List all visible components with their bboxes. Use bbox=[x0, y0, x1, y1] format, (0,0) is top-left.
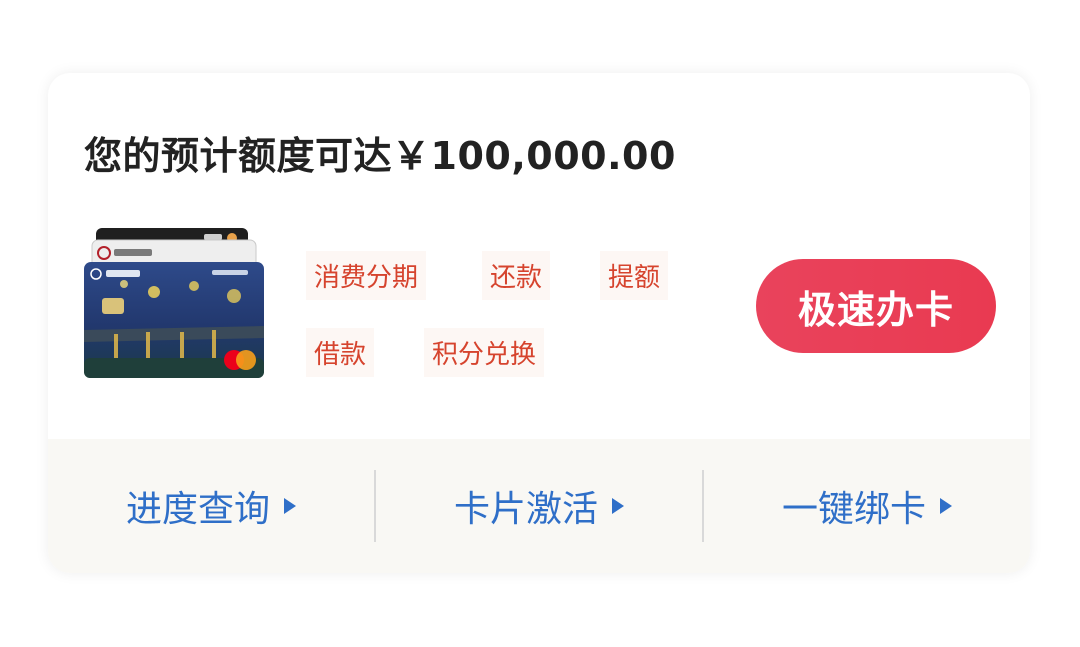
feature-installment[interactable]: 消费分期 bbox=[306, 251, 427, 300]
feature-loan[interactable]: 借款 bbox=[306, 328, 375, 377]
chevron-right-icon bbox=[612, 498, 624, 514]
quick-actions-bar: 进度查询 卡片激活 一键绑卡 bbox=[48, 439, 1030, 573]
mastercard-logo bbox=[224, 350, 256, 370]
credit-card-stack-image bbox=[84, 228, 264, 378]
one-click-bind-label: 一键绑卡 bbox=[781, 489, 926, 530]
card-activation-link[interactable]: 卡片激活 bbox=[376, 439, 702, 573]
progress-query-label: 进度查询 bbox=[125, 489, 270, 530]
chevron-right-icon bbox=[940, 498, 952, 514]
one-click-bind-link[interactable]: 一键绑卡 bbox=[704, 439, 1030, 573]
feature-limit-increase[interactable]: 提额 bbox=[600, 251, 669, 300]
chevron-right-icon bbox=[284, 498, 296, 514]
feature-points-exchange[interactable]: 积分兑换 bbox=[424, 328, 545, 377]
progress-query-link[interactable]: 进度查询 bbox=[48, 439, 374, 573]
credit-card-offer-card: 您的预计额度可达￥100,000.00 消费分期 还款 提额 借款 积分兑换 极… bbox=[48, 73, 1030, 573]
credit-limit-title: 您的预计额度可达￥100,000.00 bbox=[84, 134, 676, 178]
quick-apply-button[interactable]: 极速办卡 bbox=[756, 259, 996, 353]
card-activation-label: 卡片激活 bbox=[453, 489, 598, 530]
feature-repayment[interactable]: 还款 bbox=[482, 251, 551, 300]
